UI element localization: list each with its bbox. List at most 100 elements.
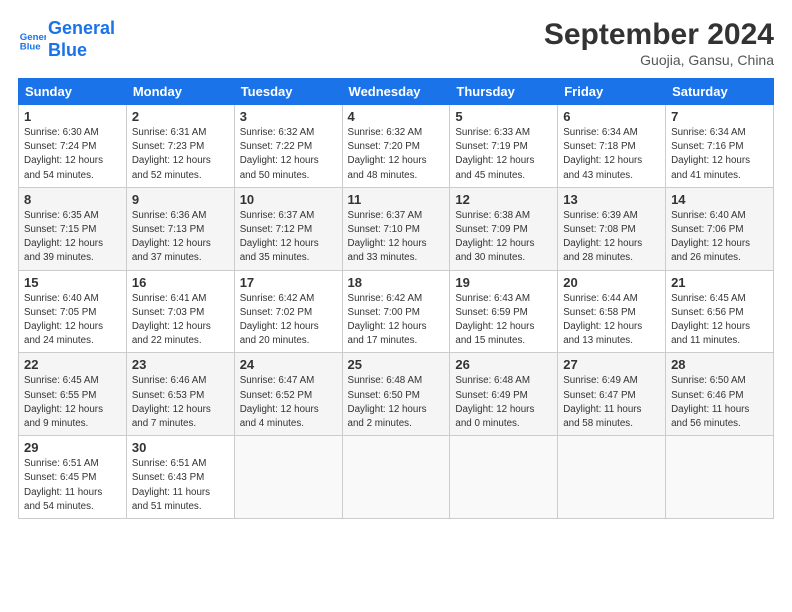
day-info: Sunrise: 6:46 AMSunset: 6:53 PMDaylight:… bbox=[132, 374, 229, 431]
day-info: Sunrise: 6:43 AMSunset: 6:59 PMDaylight:… bbox=[455, 292, 552, 349]
day-number: 11 bbox=[348, 192, 445, 207]
calendar-table: Sunday Monday Tuesday Wednesday Thursday… bbox=[18, 78, 774, 519]
day-info: Sunrise: 6:32 AMSunset: 7:22 PMDaylight:… bbox=[240, 126, 337, 183]
day-info: Sunrise: 6:37 AMSunset: 7:10 PMDaylight:… bbox=[348, 209, 445, 266]
day-info: Sunrise: 6:37 AMSunset: 7:12 PMDaylight:… bbox=[240, 209, 337, 266]
calendar-cell: 17 Sunrise: 6:42 AMSunset: 7:02 PMDaylig… bbox=[234, 270, 342, 353]
calendar-cell: 4 Sunrise: 6:32 AMSunset: 7:20 PMDayligh… bbox=[342, 105, 450, 188]
calendar-cell: 15 Sunrise: 6:40 AMSunset: 7:05 PMDaylig… bbox=[19, 270, 127, 353]
logo-text: General Blue bbox=[48, 18, 115, 61]
day-number: 30 bbox=[132, 440, 229, 455]
logo: General Blue General Blue bbox=[18, 18, 115, 61]
day-info: Sunrise: 6:45 AMSunset: 6:55 PMDaylight:… bbox=[24, 374, 121, 431]
day-info: Sunrise: 6:40 AMSunset: 7:06 PMDaylight:… bbox=[671, 209, 768, 266]
day-number: 25 bbox=[348, 357, 445, 372]
calendar-cell: 2 Sunrise: 6:31 AMSunset: 7:23 PMDayligh… bbox=[126, 105, 234, 188]
calendar-cell bbox=[450, 436, 558, 519]
calendar-cell: 11 Sunrise: 6:37 AMSunset: 7:10 PMDaylig… bbox=[342, 187, 450, 270]
day-info: Sunrise: 6:42 AMSunset: 7:02 PMDaylight:… bbox=[240, 292, 337, 349]
month-title: September 2024 bbox=[544, 18, 774, 52]
calendar-row: 1 Sunrise: 6:30 AMSunset: 7:24 PMDayligh… bbox=[19, 105, 774, 188]
day-number: 3 bbox=[240, 109, 337, 124]
day-info: Sunrise: 6:49 AMSunset: 6:47 PMDaylight:… bbox=[563, 374, 660, 431]
col-sunday: Sunday bbox=[19, 79, 127, 105]
day-number: 22 bbox=[24, 357, 121, 372]
day-info: Sunrise: 6:48 AMSunset: 6:50 PMDaylight:… bbox=[348, 374, 445, 431]
day-info: Sunrise: 6:47 AMSunset: 6:52 PMDaylight:… bbox=[240, 374, 337, 431]
day-number: 24 bbox=[240, 357, 337, 372]
calendar-row: 15 Sunrise: 6:40 AMSunset: 7:05 PMDaylig… bbox=[19, 270, 774, 353]
col-wednesday: Wednesday bbox=[342, 79, 450, 105]
calendar-cell: 12 Sunrise: 6:38 AMSunset: 7:09 PMDaylig… bbox=[450, 187, 558, 270]
day-number: 21 bbox=[671, 275, 768, 290]
calendar-row: 22 Sunrise: 6:45 AMSunset: 6:55 PMDaylig… bbox=[19, 353, 774, 436]
day-info: Sunrise: 6:51 AMSunset: 6:45 PMDaylight:… bbox=[24, 457, 121, 514]
col-friday: Friday bbox=[558, 79, 666, 105]
day-info: Sunrise: 6:34 AMSunset: 7:16 PMDaylight:… bbox=[671, 126, 768, 183]
day-number: 23 bbox=[132, 357, 229, 372]
calendar-cell: 21 Sunrise: 6:45 AMSunset: 6:56 PMDaylig… bbox=[666, 270, 774, 353]
col-monday: Monday bbox=[126, 79, 234, 105]
day-number: 27 bbox=[563, 357, 660, 372]
day-number: 8 bbox=[24, 192, 121, 207]
calendar-header-row: Sunday Monday Tuesday Wednesday Thursday… bbox=[19, 79, 774, 105]
day-number: 29 bbox=[24, 440, 121, 455]
day-info: Sunrise: 6:34 AMSunset: 7:18 PMDaylight:… bbox=[563, 126, 660, 183]
day-info: Sunrise: 6:41 AMSunset: 7:03 PMDaylight:… bbox=[132, 292, 229, 349]
col-thursday: Thursday bbox=[450, 79, 558, 105]
calendar-cell bbox=[666, 436, 774, 519]
day-number: 17 bbox=[240, 275, 337, 290]
col-saturday: Saturday bbox=[666, 79, 774, 105]
calendar-cell: 10 Sunrise: 6:37 AMSunset: 7:12 PMDaylig… bbox=[234, 187, 342, 270]
calendar-cell: 25 Sunrise: 6:48 AMSunset: 6:50 PMDaylig… bbox=[342, 353, 450, 436]
calendar-cell: 8 Sunrise: 6:35 AMSunset: 7:15 PMDayligh… bbox=[19, 187, 127, 270]
calendar-cell: 20 Sunrise: 6:44 AMSunset: 6:58 PMDaylig… bbox=[558, 270, 666, 353]
calendar-cell: 9 Sunrise: 6:36 AMSunset: 7:13 PMDayligh… bbox=[126, 187, 234, 270]
day-number: 6 bbox=[563, 109, 660, 124]
day-number: 14 bbox=[671, 192, 768, 207]
calendar-cell: 23 Sunrise: 6:46 AMSunset: 6:53 PMDaylig… bbox=[126, 353, 234, 436]
location: Guojia, Gansu, China bbox=[544, 52, 774, 68]
calendar-cell: 16 Sunrise: 6:41 AMSunset: 7:03 PMDaylig… bbox=[126, 270, 234, 353]
logo-icon: General Blue bbox=[18, 26, 46, 54]
day-info: Sunrise: 6:48 AMSunset: 6:49 PMDaylight:… bbox=[455, 374, 552, 431]
day-number: 9 bbox=[132, 192, 229, 207]
title-block: September 2024 Guojia, Gansu, China bbox=[544, 18, 774, 68]
calendar-row: 29 Sunrise: 6:51 AMSunset: 6:45 PMDaylig… bbox=[19, 436, 774, 519]
day-info: Sunrise: 6:33 AMSunset: 7:19 PMDaylight:… bbox=[455, 126, 552, 183]
calendar-cell: 30 Sunrise: 6:51 AMSunset: 6:43 PMDaylig… bbox=[126, 436, 234, 519]
day-info: Sunrise: 6:35 AMSunset: 7:15 PMDaylight:… bbox=[24, 209, 121, 266]
day-info: Sunrise: 6:38 AMSunset: 7:09 PMDaylight:… bbox=[455, 209, 552, 266]
calendar-cell: 28 Sunrise: 6:50 AMSunset: 6:46 PMDaylig… bbox=[666, 353, 774, 436]
day-number: 16 bbox=[132, 275, 229, 290]
calendar-cell bbox=[342, 436, 450, 519]
calendar-cell: 13 Sunrise: 6:39 AMSunset: 7:08 PMDaylig… bbox=[558, 187, 666, 270]
day-info: Sunrise: 6:32 AMSunset: 7:20 PMDaylight:… bbox=[348, 126, 445, 183]
calendar-cell: 18 Sunrise: 6:42 AMSunset: 7:00 PMDaylig… bbox=[342, 270, 450, 353]
day-number: 20 bbox=[563, 275, 660, 290]
svg-text:Blue: Blue bbox=[20, 41, 41, 52]
day-info: Sunrise: 6:36 AMSunset: 7:13 PMDaylight:… bbox=[132, 209, 229, 266]
day-info: Sunrise: 6:30 AMSunset: 7:24 PMDaylight:… bbox=[24, 126, 121, 183]
calendar-cell bbox=[234, 436, 342, 519]
calendar-cell: 14 Sunrise: 6:40 AMSunset: 7:06 PMDaylig… bbox=[666, 187, 774, 270]
day-number: 28 bbox=[671, 357, 768, 372]
calendar-cell: 5 Sunrise: 6:33 AMSunset: 7:19 PMDayligh… bbox=[450, 105, 558, 188]
header: General Blue General Blue September 2024… bbox=[18, 18, 774, 68]
calendar-cell: 29 Sunrise: 6:51 AMSunset: 6:45 PMDaylig… bbox=[19, 436, 127, 519]
calendar-cell: 19 Sunrise: 6:43 AMSunset: 6:59 PMDaylig… bbox=[450, 270, 558, 353]
calendar-row: 8 Sunrise: 6:35 AMSunset: 7:15 PMDayligh… bbox=[19, 187, 774, 270]
calendar-cell: 7 Sunrise: 6:34 AMSunset: 7:16 PMDayligh… bbox=[666, 105, 774, 188]
day-number: 26 bbox=[455, 357, 552, 372]
day-info: Sunrise: 6:50 AMSunset: 6:46 PMDaylight:… bbox=[671, 374, 768, 431]
day-info: Sunrise: 6:42 AMSunset: 7:00 PMDaylight:… bbox=[348, 292, 445, 349]
day-number: 5 bbox=[455, 109, 552, 124]
calendar-cell: 27 Sunrise: 6:49 AMSunset: 6:47 PMDaylig… bbox=[558, 353, 666, 436]
col-tuesday: Tuesday bbox=[234, 79, 342, 105]
day-info: Sunrise: 6:40 AMSunset: 7:05 PMDaylight:… bbox=[24, 292, 121, 349]
day-number: 12 bbox=[455, 192, 552, 207]
calendar-cell: 1 Sunrise: 6:30 AMSunset: 7:24 PMDayligh… bbox=[19, 105, 127, 188]
day-info: Sunrise: 6:39 AMSunset: 7:08 PMDaylight:… bbox=[563, 209, 660, 266]
day-info: Sunrise: 6:45 AMSunset: 6:56 PMDaylight:… bbox=[671, 292, 768, 349]
day-number: 15 bbox=[24, 275, 121, 290]
